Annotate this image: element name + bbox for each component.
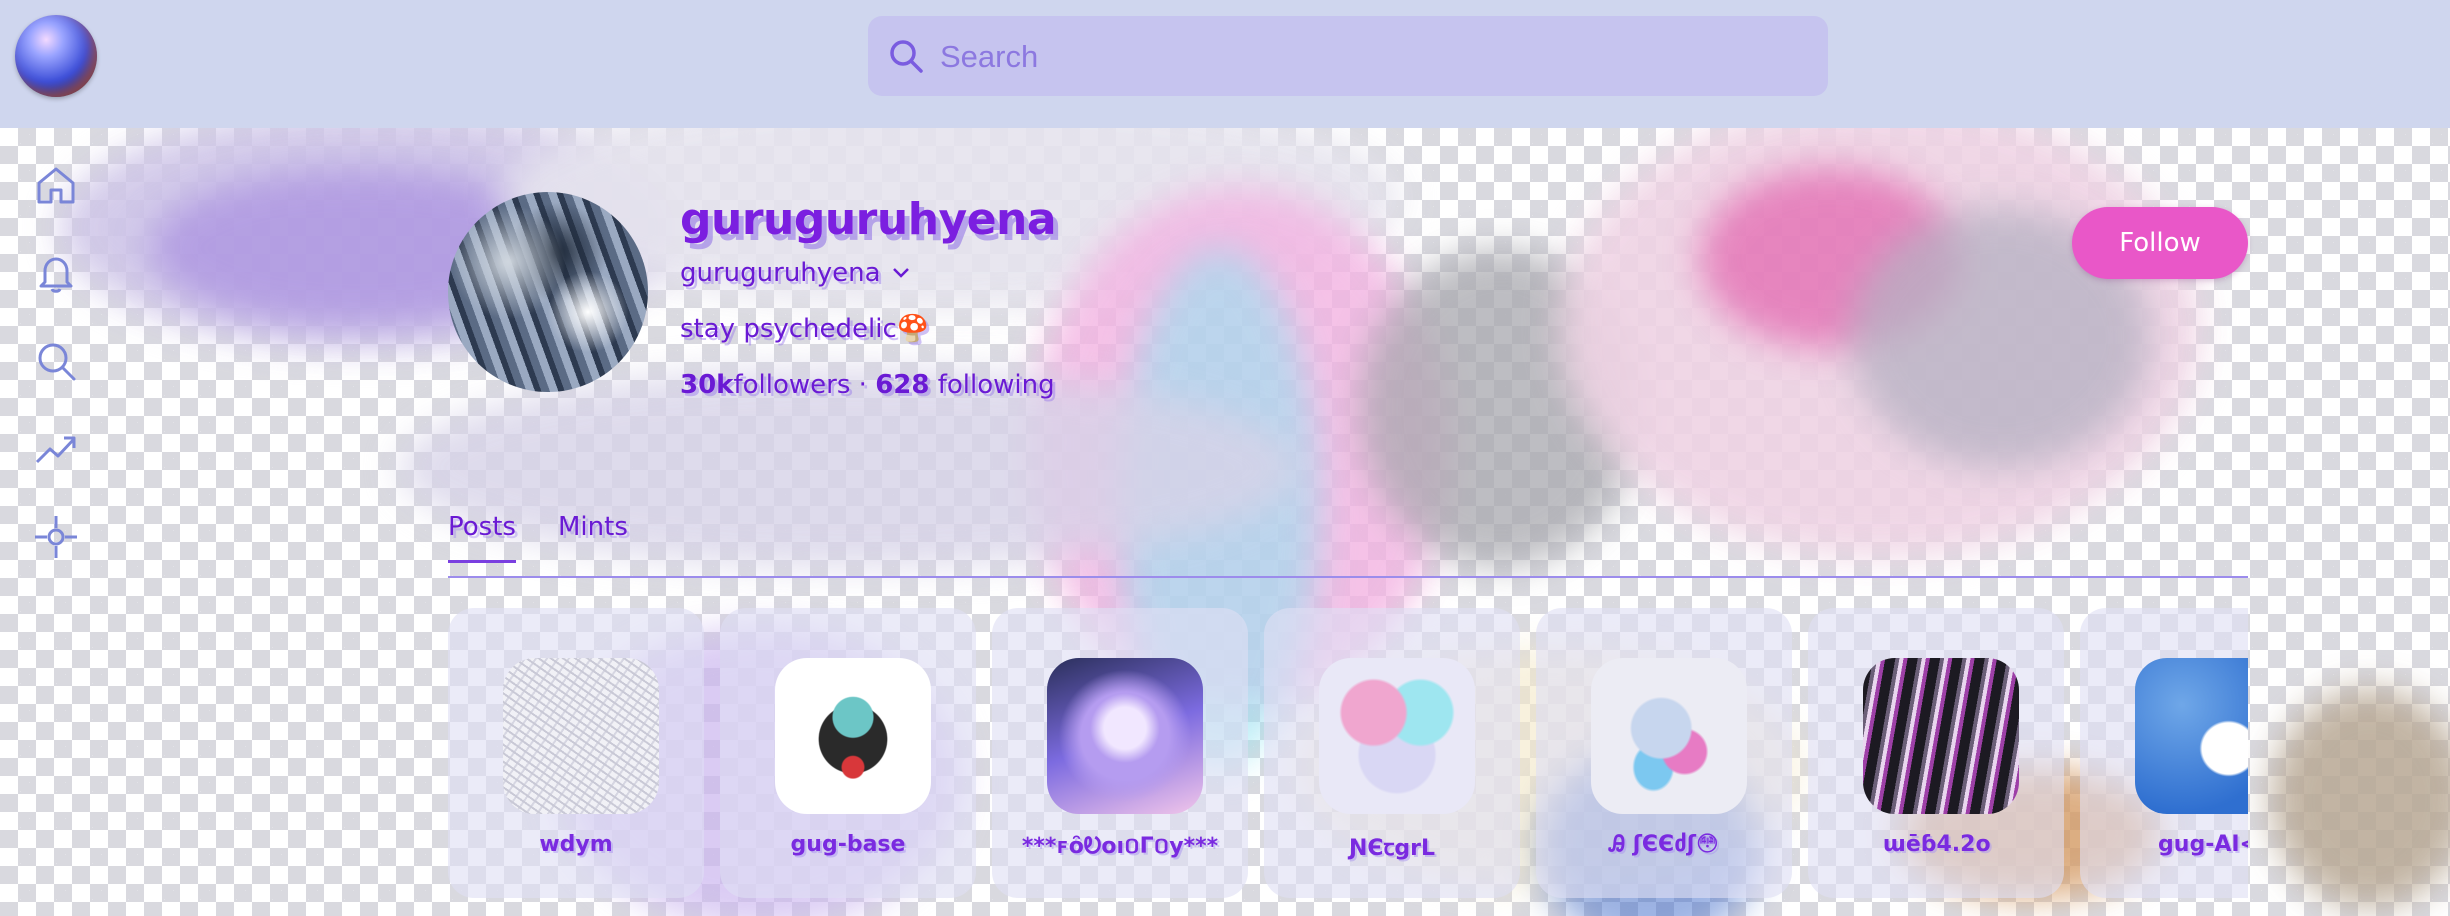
crosshair-icon — [35, 516, 77, 558]
nav-explore[interactable] — [26, 507, 86, 567]
post-thumbnail — [1047, 658, 1203, 814]
bell-icon — [39, 257, 73, 293]
side-nav — [26, 155, 88, 595]
logo-orb[interactable] — [15, 15, 97, 97]
nav-search[interactable] — [26, 331, 86, 391]
search-icon — [890, 40, 923, 73]
post-thumbnail — [1591, 658, 1747, 814]
following-count: 628 — [875, 370, 930, 400]
post-thumbnail — [1319, 658, 1475, 814]
search-input[interactable] — [938, 16, 1802, 98]
post-card[interactable]: ɯēɓ4.2օ — [1808, 608, 2064, 898]
post-card[interactable]: Ꭿ ʃЄЄძʃ😳 — [1536, 608, 1792, 898]
following-link[interactable]: 628 following — [875, 370, 1054, 400]
post-title: wdym — [539, 832, 613, 857]
followers-count: 30k — [680, 370, 734, 400]
profile-stats: 30kfollowers · 628 following — [680, 370, 1055, 400]
post-card[interactable]: wdym — [448, 608, 704, 898]
follow-button[interactable]: Follow — [2072, 207, 2248, 279]
post-card[interactable]: gug-AI< — [2080, 608, 2248, 898]
post-title: ***ꜰȏᎧᴏı០Γ០у*** — [1021, 834, 1219, 859]
search-bar[interactable] — [868, 16, 1828, 98]
posts-grid: wdym gug-base ***ꜰȏᎧᴏı០Γ០у*** ƝЄꞇgrL Ꭿ ʃ… — [448, 608, 2248, 908]
nav-home[interactable] — [26, 155, 86, 215]
post-title: Ꭿ ʃЄЄძʃ😳 — [1609, 832, 1719, 857]
account-switcher[interactable]: guruguruhyena — [680, 258, 911, 288]
post-title: ƝЄꞇgrL — [1349, 836, 1435, 861]
top-bar — [0, 0, 2450, 128]
trending-icon — [35, 436, 76, 464]
stats-separator: · — [858, 370, 876, 400]
following-label: following — [937, 370, 1055, 400]
post-thumbnail — [2135, 658, 2248, 814]
post-thumbnail — [503, 658, 659, 814]
post-title: gug-AI< — [2158, 832, 2248, 857]
profile-bio: stay psychedelic🍄 — [680, 314, 930, 344]
avatar — [448, 192, 648, 392]
nav-trending[interactable] — [26, 419, 86, 479]
nav-notifications[interactable] — [26, 243, 86, 303]
post-card[interactable]: ƝЄꞇgrL — [1264, 608, 1520, 898]
chevron-down-icon — [892, 268, 909, 278]
post-title: ɯēɓ4.2օ — [1882, 832, 1990, 857]
post-title: gug-base — [790, 832, 906, 857]
tab-mints[interactable]: Mints — [558, 512, 628, 560]
profile-tabs: Posts Mints — [448, 512, 2248, 578]
post-card[interactable]: gug-base — [720, 608, 976, 898]
post-thumbnail — [1863, 658, 2019, 814]
profile-display-name: guruguruhyena — [680, 194, 1057, 245]
profile-handle: guruguruhyena — [680, 258, 881, 288]
search-icon — [38, 343, 76, 381]
post-card[interactable]: ***ꜰȏᎧᴏı០Γ០у*** — [992, 608, 1248, 898]
post-thumbnail — [775, 658, 931, 814]
home-icon — [37, 167, 75, 204]
tab-posts[interactable]: Posts — [448, 512, 516, 563]
followers-label: followers — [733, 370, 851, 400]
followers-link[interactable]: 30kfollowers — [680, 370, 850, 400]
